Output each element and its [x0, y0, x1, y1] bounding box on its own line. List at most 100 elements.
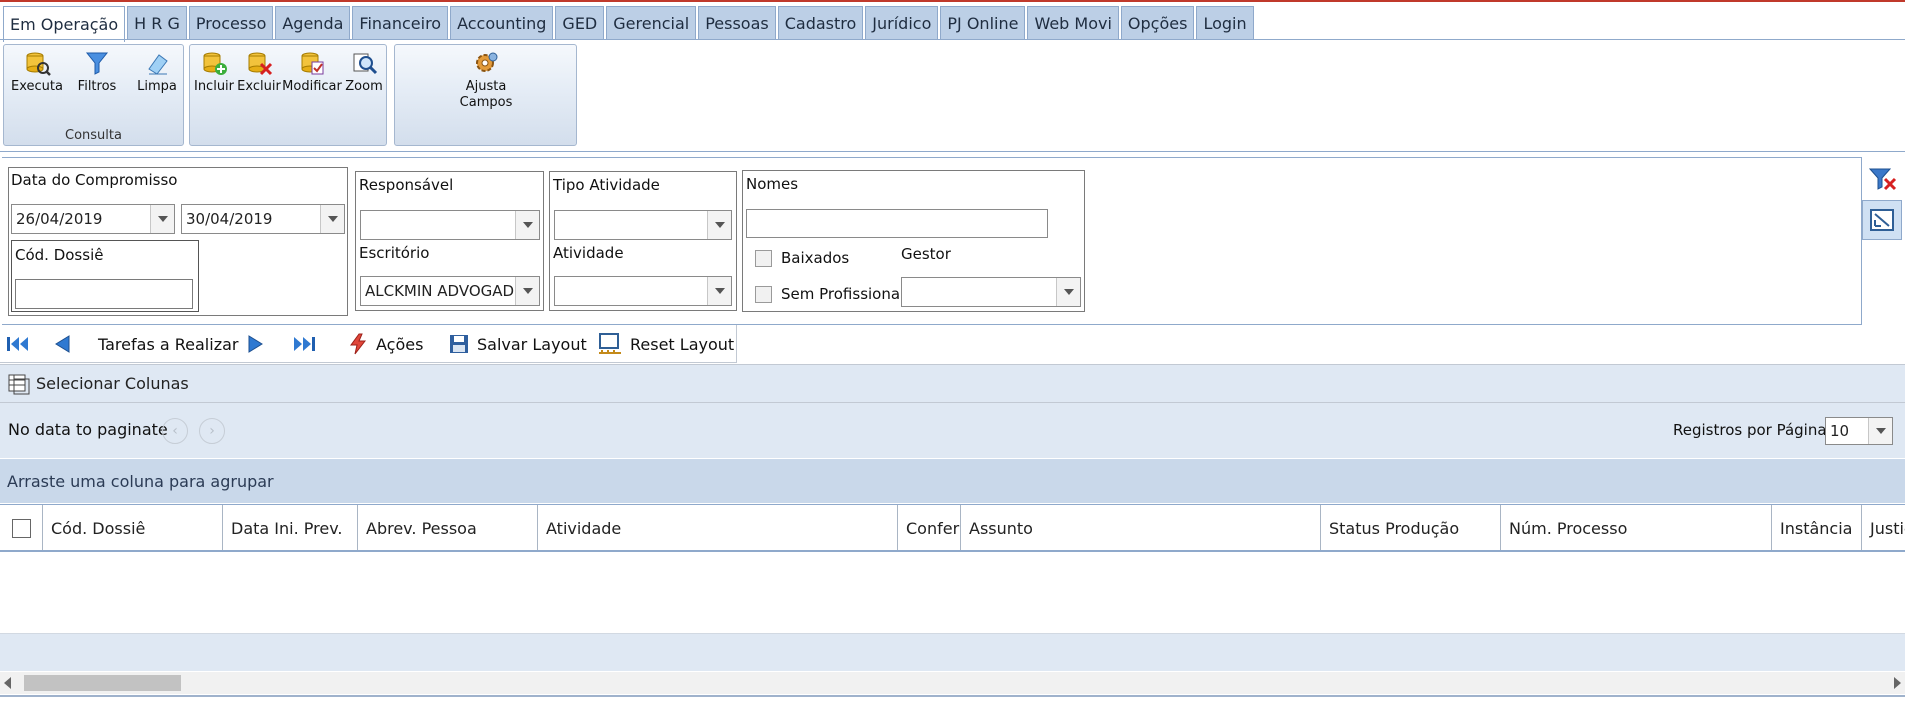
nomes-input[interactable]: [746, 209, 1048, 238]
select-all-cell: [0, 505, 43, 550]
chevron-down-icon[interactable]: [1868, 418, 1892, 444]
scrollbar-thumb[interactable]: [24, 675, 181, 691]
delete-label: Excluir: [237, 79, 281, 94]
previous-page-button[interactable]: ‹: [162, 418, 188, 444]
group-by-bar[interactable]: Arraste uma coluna para agrupar: [0, 459, 1905, 503]
modify-button[interactable]: Modificar: [282, 49, 342, 95]
column-header[interactable]: Conferi: [898, 505, 961, 550]
tab-accounting[interactable]: Accounting: [450, 6, 554, 40]
gestor-select[interactable]: [901, 277, 1081, 307]
add-record-icon: [203, 52, 227, 75]
tab-gerencial[interactable]: Gerencial: [606, 6, 697, 40]
chevron-down-icon[interactable]: [515, 211, 539, 239]
gestor-label: Gestor: [901, 245, 951, 263]
horizontal-scrollbar[interactable]: [0, 672, 1905, 694]
next-record-button[interactable]: [246, 325, 266, 363]
dossie-input[interactable]: [15, 279, 193, 309]
ribbon-group-consulta: Executa Filtros Limpa Consulta: [3, 44, 184, 146]
chevron-down-icon[interactable]: [320, 205, 344, 233]
tab-processo[interactable]: Processo: [188, 6, 274, 40]
last-record-button[interactable]: [292, 325, 316, 363]
column-header[interactable]: Data Ini. Prev.: [223, 505, 358, 550]
chevron-down-icon[interactable]: [707, 211, 731, 239]
include-button[interactable]: Incluir: [192, 49, 236, 95]
per-page-select[interactable]: 10: [1825, 417, 1893, 445]
escritorio-select[interactable]: ALCKMIN ADVOGAD(: [360, 276, 540, 306]
clear-filter-button[interactable]: [1862, 159, 1902, 199]
date-to-select[interactable]: 30/04/2019: [181, 204, 345, 234]
date-filter-box: Data do Compromisso 26/04/2019 30/04/201…: [8, 167, 348, 316]
tab-em-operacao[interactable]: Em Operação: [3, 6, 126, 42]
column-header[interactable]: Instância: [1772, 505, 1862, 550]
save-layout-label: Salvar Layout: [477, 334, 587, 354]
window-top-accent: [0, 0, 1905, 2]
date-from-select[interactable]: 26/04/2019: [11, 204, 175, 234]
select-columns-button[interactable]: Selecionar Colunas: [8, 373, 189, 395]
tab-hrg[interactable]: H R G: [127, 6, 187, 40]
scroll-right-icon[interactable]: [1894, 677, 1901, 689]
tipo-atividade-select[interactable]: [554, 210, 732, 240]
reset-layout-icon: [599, 333, 621, 354]
filters-label: Filtros: [77, 79, 117, 94]
first-record-button[interactable]: [6, 325, 30, 363]
baixados-label: Baixados: [781, 249, 850, 267]
zoom-button[interactable]: Zoom: [342, 49, 386, 95]
column-header[interactable]: Cód. Dossiê: [43, 505, 223, 550]
column-header[interactable]: Assunto: [961, 505, 1321, 550]
clear-button[interactable]: Limpa: [130, 49, 184, 95]
tab-agenda[interactable]: Agenda: [275, 6, 351, 40]
execute-button[interactable]: Executa: [10, 49, 64, 95]
reset-layout-button[interactable]: Reset Layout: [598, 325, 734, 363]
baixados-checkbox[interactable]: [755, 250, 772, 267]
adjust-fields-button[interactable]: Ajusta Campos: [451, 49, 521, 111]
tab-login[interactable]: Login: [1196, 6, 1254, 40]
tasks-title: Tarefas a Realizar: [98, 334, 239, 354]
sem-profissional-label: Sem Profissional: [781, 285, 905, 303]
tab-bar-divider: [0, 39, 1905, 40]
delete-button[interactable]: Excluir: [236, 49, 282, 95]
tab-financeiro[interactable]: Financeiro: [352, 6, 449, 40]
chevron-left-icon: ‹: [172, 423, 178, 439]
responsavel-select[interactable]: [360, 210, 540, 240]
tab-opcoes[interactable]: Opções: [1120, 6, 1195, 40]
chevron-right-icon: ›: [209, 423, 215, 439]
chevron-down-icon[interactable]: [1056, 278, 1080, 306]
tipo-atividade-label: Tipo Atividade: [553, 176, 660, 194]
sem-profissional-checkbox[interactable]: [755, 286, 772, 303]
scroll-left-icon[interactable]: [4, 677, 11, 689]
modify-label: Modificar: [282, 79, 342, 94]
grid-footer: [0, 634, 1905, 671]
tab-web-movi[interactable]: Web Movi: [1027, 6, 1119, 40]
previous-icon: [55, 335, 70, 353]
tab-pessoas[interactable]: Pessoas: [698, 6, 776, 40]
ribbon-divider: [0, 151, 1905, 152]
chevron-down-icon[interactable]: [515, 277, 539, 305]
atividade-select[interactable]: [554, 276, 732, 306]
previous-record-button[interactable]: [52, 325, 72, 363]
filters-button[interactable]: Filtros: [70, 49, 124, 95]
reset-layout-label: Reset Layout: [630, 334, 735, 354]
column-header[interactable]: Núm. Processo: [1501, 505, 1772, 550]
select-columns-label: Selecionar Colunas: [36, 374, 189, 393]
tab-juridico[interactable]: Jurídico: [865, 6, 939, 40]
select-all-checkbox[interactable]: [11, 518, 31, 538]
column-header[interactable]: Abrev. Pessoa: [358, 505, 538, 550]
column-header[interactable]: Status Produção: [1321, 505, 1501, 550]
chevron-down-icon[interactable]: [707, 277, 731, 305]
ribbon-group-edit: Incluir Excluir Modificar Zoom: [189, 44, 387, 146]
tab-pj-online[interactable]: PJ Online: [940, 6, 1026, 40]
layout-toggle-button[interactable]: [1862, 200, 1902, 240]
next-page-button[interactable]: ›: [199, 418, 225, 444]
chevron-down-icon[interactable]: [150, 205, 174, 233]
column-header[interactable]: Justiç: [1862, 505, 1905, 550]
date-to-value: 30/04/2019: [186, 210, 273, 228]
column-header[interactable]: Atividade: [538, 505, 898, 550]
save-layout-button[interactable]: Salvar Layout: [449, 325, 587, 363]
first-page-icon: [7, 337, 28, 351]
actions-button[interactable]: Ações: [348, 325, 423, 363]
tab-ged[interactable]: GED: [555, 6, 605, 40]
include-label: Incluir: [193, 79, 235, 94]
tab-cadastro[interactable]: Cadastro: [777, 6, 864, 40]
gear-icon: [476, 52, 498, 72]
per-page-label: Registros por Página: [1673, 421, 1827, 439]
